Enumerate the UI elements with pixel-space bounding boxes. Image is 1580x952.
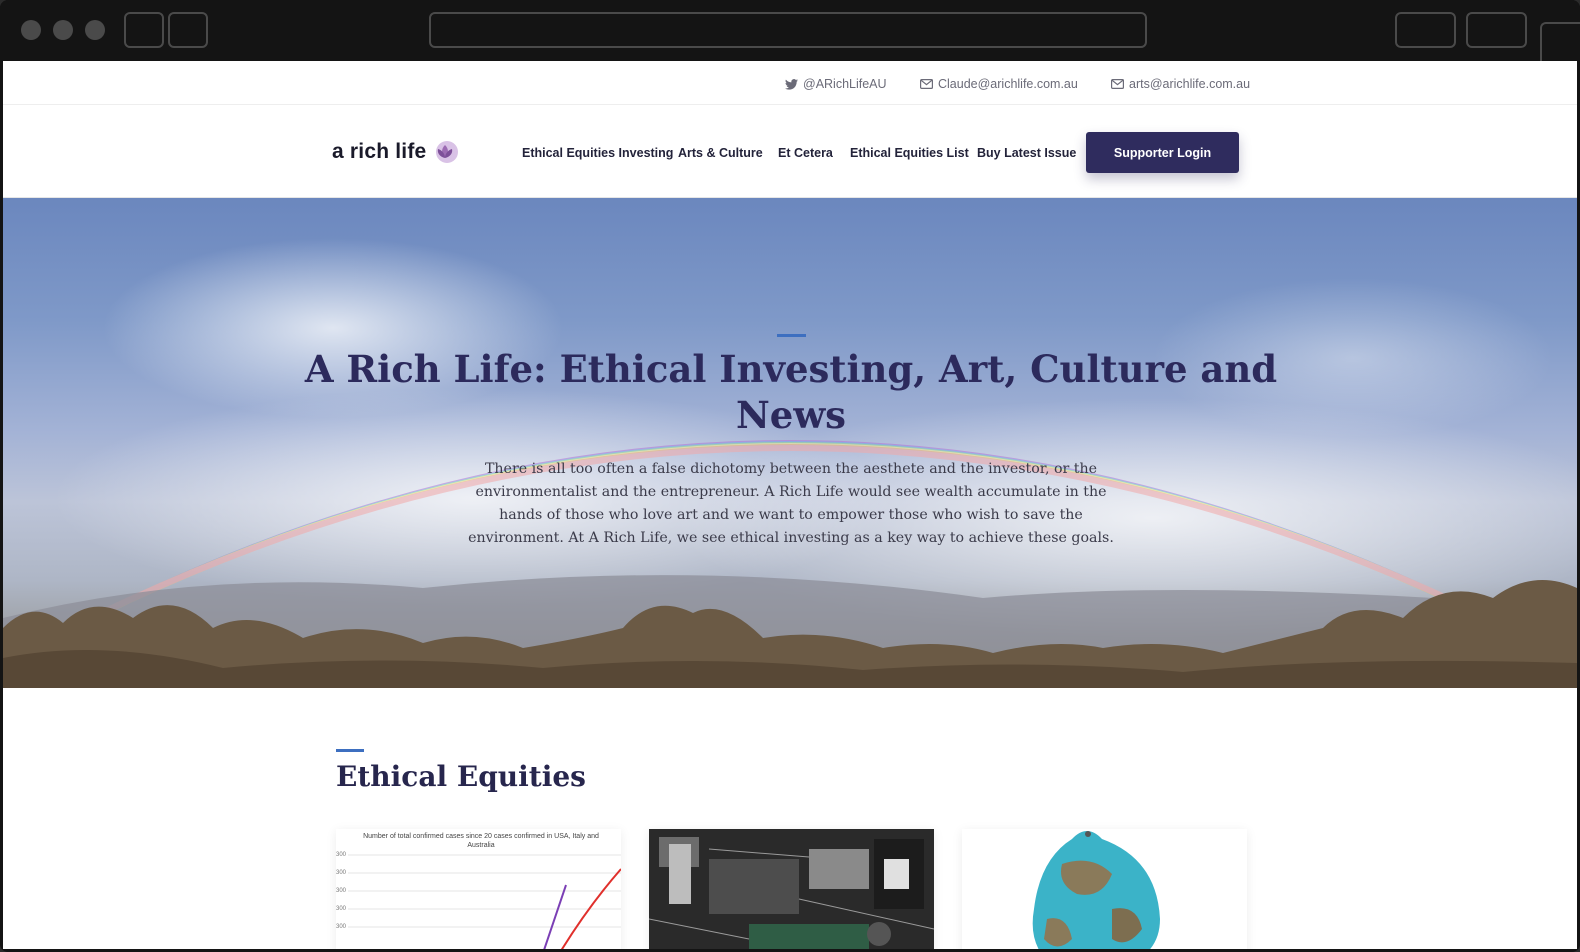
email-link-1[interactable]: Claude@arichlife.com.au <box>920 75 1078 93</box>
site-header: a rich life Ethical Equities Investing A… <box>3 106 1577 198</box>
supporter-login-button[interactable]: Supporter Login <box>1086 132 1239 173</box>
nav-ethical-equities-investing[interactable]: Ethical Equities Investing <box>522 146 673 160</box>
email-address-1: Claude@arichlife.com.au <box>938 77 1078 91</box>
circuit-board-image <box>649 829 934 949</box>
browser-window: @ARichLifeAU Claude@arichlife.com.au art… <box>0 0 1580 952</box>
twitter-link[interactable]: @ARichLifeAU <box>785 75 887 93</box>
tabs-button[interactable] <box>1466 12 1527 48</box>
section-accent-rule <box>336 749 364 752</box>
share-button[interactable] <box>1395 12 1456 48</box>
back-button[interactable] <box>124 12 164 48</box>
email-address-2: arts@arichlife.com.au <box>1129 77 1251 91</box>
hero-accent-rule <box>777 334 806 337</box>
logo-text: a rich life <box>332 140 427 163</box>
minimize-window-dot[interactable] <box>53 20 73 40</box>
chart-thumbnail-graphic <box>348 854 621 949</box>
site-logo[interactable]: a rich life <box>332 140 459 164</box>
article-card-circuit[interactable] <box>649 829 934 949</box>
url-bar[interactable] <box>429 12 1147 48</box>
nav-ethical-equities-list[interactable]: Ethical Equities List <box>850 146 969 160</box>
nav-et-cetera[interactable]: Et Cetera <box>778 146 833 160</box>
contact-bar: @ARichLifeAU Claude@arichlife.com.au art… <box>3 61 1577 105</box>
hero-banner: A Rich Life: Ethical Investing, Art, Cul… <box>3 198 1577 688</box>
nav-buy-latest-issue[interactable]: Buy Latest Issue <box>977 146 1076 160</box>
browser-toolbar <box>0 0 1580 62</box>
maximize-window-dot[interactable] <box>85 20 105 40</box>
rainbow-landscape-image <box>3 238 1577 688</box>
globe-pendant-image <box>962 829 1247 949</box>
twitter-icon <box>785 78 798 90</box>
twitter-handle: @ARichLifeAU <box>803 77 887 91</box>
page-viewport: @ARichLifeAU Claude@arichlife.com.au art… <box>3 61 1577 949</box>
lotus-logo-icon <box>436 141 459 163</box>
hero-title: A Rich Life: Ethical Investing, Art, Cul… <box>304 347 1278 437</box>
article-card-chart[interactable]: Number of total confirmed cases since 20… <box>336 829 621 949</box>
envelope-icon <box>1111 79 1124 89</box>
hero-description: There is all too often a false dichotomy… <box>468 461 1114 546</box>
section-title: Ethical Equities <box>336 760 586 793</box>
nav-arts-culture[interactable]: Arts & Culture <box>678 146 763 160</box>
close-window-dot[interactable] <box>21 20 41 40</box>
forward-button[interactable] <box>168 12 208 48</box>
envelope-icon <box>920 79 933 89</box>
email-link-2[interactable]: arts@arichlife.com.au <box>1111 75 1250 93</box>
window-corner <box>1540 22 1580 62</box>
article-card-globe[interactable] <box>962 829 1247 949</box>
